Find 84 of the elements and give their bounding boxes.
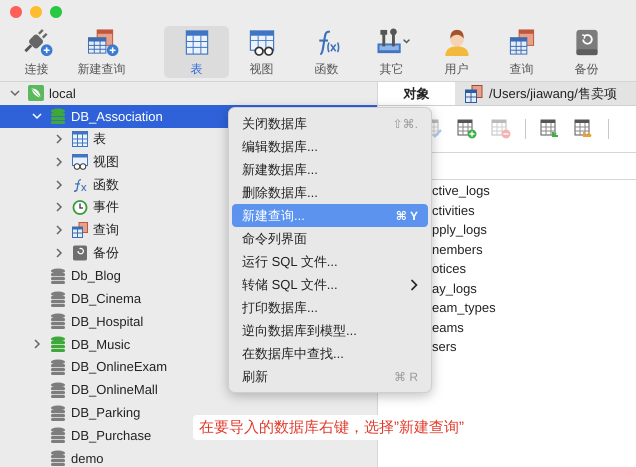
chevron-down-icon[interactable] bbox=[32, 111, 42, 122]
tree-item-label: Db_Blog bbox=[71, 268, 121, 284]
tree-item-label: 事件 bbox=[93, 198, 119, 216]
toolbar-button[interactable]: 新建查询 bbox=[69, 26, 134, 78]
table-name[interactable]: eam_types bbox=[432, 298, 636, 318]
clock-icon bbox=[72, 199, 88, 216]
chevron-right-icon[interactable] bbox=[54, 156, 64, 167]
toolbar-button[interactable]: 查询 bbox=[489, 26, 554, 78]
toolbar-button[interactable]: 视图 bbox=[229, 26, 294, 78]
menu-item-label: 命令列界面 bbox=[242, 230, 308, 248]
tree-item-label: DB_Cinema bbox=[71, 291, 142, 306]
tree-item-label: DB_Parking bbox=[71, 405, 140, 420]
tree-item-label: 表 bbox=[93, 130, 106, 148]
chevron-down-icon[interactable] bbox=[10, 88, 20, 98]
table-name[interactable]: nembers bbox=[432, 240, 636, 259]
menu-item-label: 删除数据库... bbox=[242, 184, 319, 202]
menu-item[interactable]: 打印数据库... bbox=[232, 296, 428, 319]
menu-item-label: 打印数据库... bbox=[242, 298, 319, 316]
menu-item[interactable]: 刷新 ⌘ R bbox=[232, 365, 428, 388]
menu-item-label: 编辑数据库... bbox=[242, 138, 319, 156]
menu-item-label: 在数据库中查找... bbox=[242, 344, 345, 362]
menu-item[interactable]: 逆向数据库到模型... bbox=[232, 319, 428, 342]
tree-item-label: 函数 bbox=[93, 176, 119, 194]
toolbar-button[interactable]: 用户 bbox=[424, 26, 489, 78]
toolbar-button[interactable]: 函数 bbox=[294, 26, 359, 78]
tree-item-label: local bbox=[49, 86, 76, 101]
leaf-icon bbox=[28, 85, 44, 102]
backup-icon bbox=[72, 244, 88, 261]
toolbar-button[interactable]: 表 bbox=[164, 26, 229, 78]
shortcut-label: ⌘ R bbox=[394, 370, 418, 384]
tree-item-label: DB_OnlineExam bbox=[71, 359, 168, 374]
table-name[interactable]: otices bbox=[432, 259, 636, 278]
tables-icon bbox=[465, 84, 483, 102]
shortcut-label: ⇧⌘. bbox=[392, 116, 418, 130]
menu-item[interactable]: 转储 SQL 文件... bbox=[232, 273, 428, 296]
menu-item[interactable]: 删除数据库... bbox=[232, 181, 428, 204]
chevron-right-icon[interactable] bbox=[54, 180, 64, 190]
menu-item[interactable]: 编辑数据库... bbox=[232, 135, 428, 158]
menu-item[interactable]: 运行 SQL 文件... bbox=[232, 250, 428, 273]
tables-icon bbox=[72, 222, 88, 238]
menu-item-label: 运行 SQL 文件... bbox=[242, 252, 339, 270]
tree-item-label: 查询 bbox=[93, 221, 119, 240]
tree-item-label: 备份 bbox=[93, 244, 119, 262]
table-name[interactable]: ay_logs bbox=[432, 278, 636, 298]
table-import-icon[interactable] bbox=[540, 119, 560, 139]
table-name[interactable]: sers bbox=[432, 337, 636, 356]
tree-item[interactable]: demo bbox=[0, 446, 377, 467]
toolbar-button[interactable]: 其它 bbox=[359, 26, 424, 78]
chevron-right-icon[interactable] bbox=[54, 248, 64, 258]
table-add-icon[interactable] bbox=[457, 119, 477, 139]
tree-item-label: DB_OnlineMall bbox=[71, 382, 158, 398]
menu-item[interactable]: 命令列界面 bbox=[232, 227, 428, 250]
tree-item-label: DB_Purchase bbox=[71, 428, 152, 443]
tree-item-label: DB_Association bbox=[71, 108, 163, 124]
tree-item[interactable]: local bbox=[0, 82, 377, 105]
shortcut-label: ⌘ Y bbox=[396, 208, 418, 222]
menu-item-label: 刷新 bbox=[242, 368, 269, 386]
glasses-table-icon bbox=[72, 154, 88, 170]
menu-item-label: 逆向数据库到模型... bbox=[242, 322, 358, 340]
chevron-right-icon[interactable] bbox=[32, 339, 42, 350]
table-name[interactable]: ctive_logs bbox=[432, 181, 636, 200]
tree-item-label: 视图 bbox=[93, 152, 119, 171]
table-name[interactable]: eams bbox=[432, 318, 636, 337]
table-name[interactable]: pply_logs bbox=[432, 220, 636, 240]
menu-item-label: 新建数据库... bbox=[242, 160, 319, 178]
toolbar-button[interactable]: 连接 bbox=[4, 26, 69, 78]
menu-item[interactable]: 在数据库中查找... bbox=[232, 342, 428, 365]
menu-item-label: 新建查询... bbox=[242, 206, 306, 224]
chevron-right-icon[interactable] bbox=[54, 225, 64, 236]
close-button[interactable] bbox=[10, 6, 22, 18]
table-export-icon[interactable] bbox=[574, 119, 594, 139]
function-icon bbox=[72, 176, 88, 193]
tree-item-label: demo bbox=[71, 450, 104, 466]
tab[interactable]: /Users/jiawang/售卖项 bbox=[455, 82, 617, 105]
chevron-right-icon[interactable] bbox=[54, 134, 64, 144]
menu-item-label: 转储 SQL 文件... bbox=[242, 276, 339, 294]
table-name[interactable]: ctivities bbox=[432, 200, 636, 220]
toolbar-button[interactable]: 备份 bbox=[554, 26, 619, 78]
tree-item-label: DB_Music bbox=[71, 336, 130, 352]
chevron-right-icon[interactable] bbox=[54, 202, 64, 212]
tree-item-label: DB_Hospital bbox=[71, 314, 144, 329]
tab[interactable]: 对象 bbox=[378, 82, 455, 105]
menu-item[interactable]: 新建数据库... bbox=[232, 158, 428, 181]
table-icon bbox=[72, 130, 88, 147]
